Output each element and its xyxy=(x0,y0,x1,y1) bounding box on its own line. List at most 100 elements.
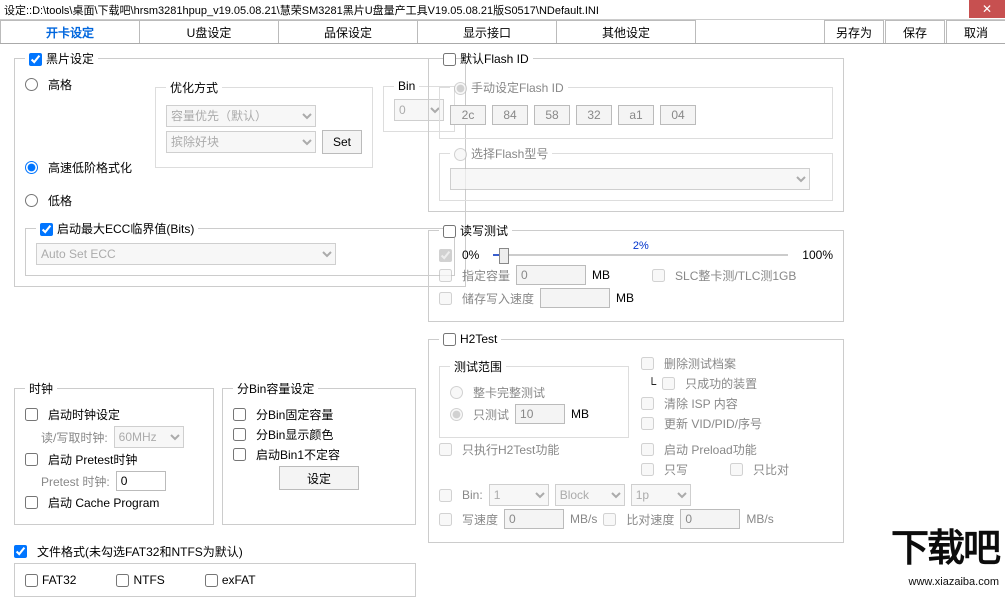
tab-other-settings[interactable]: 其他设定 xyxy=(556,20,696,43)
h2test-enable[interactable] xyxy=(443,333,456,346)
radio-select-flash-model[interactable] xyxy=(454,148,467,161)
h2-block-select[interactable]: Block xyxy=(555,484,625,506)
h2test-group: H2Test 测试范围 整卡完整测试 只测试 MB 删除测试档案 └ 只成功的装… xyxy=(428,332,844,543)
fat32-cb[interactable] xyxy=(25,574,38,587)
only-test-mb: MB xyxy=(571,407,589,421)
cache-program-enable[interactable] xyxy=(25,496,38,509)
ntfs-cb[interactable] xyxy=(116,574,129,587)
full-test-label: 整卡完整测试 xyxy=(473,384,545,401)
set-button[interactable]: Set xyxy=(322,130,362,154)
h2-cmpspeed-label: 比对速度 xyxy=(626,511,674,528)
rw-cap-input[interactable] xyxy=(516,265,586,285)
bin1-variable[interactable] xyxy=(233,448,246,461)
bin-settings-button[interactable]: 设定 xyxy=(279,466,359,490)
save-as-button[interactable]: 另存为 xyxy=(824,20,884,43)
radio-full-test[interactable] xyxy=(450,386,463,399)
file-format-enable[interactable] xyxy=(14,545,27,558)
tab-card-settings[interactable]: 开卡设定 xyxy=(0,20,140,43)
rw-slider-enable[interactable] xyxy=(439,249,452,262)
h2-wspeed-enable[interactable] xyxy=(439,513,452,526)
rw-clock-select[interactable]: 60MHz xyxy=(114,426,184,448)
tab-display-interface[interactable]: 显示接口 xyxy=(417,20,557,43)
h2-compare-only[interactable] xyxy=(730,463,743,476)
only-test-input[interactable] xyxy=(515,404,565,424)
store-speed-input[interactable] xyxy=(540,288,610,308)
radio-manual-flash-id[interactable] xyxy=(454,82,467,95)
optimize-select[interactable]: 容量优先（默认） xyxy=(166,105,316,127)
low-format-label: 低格 xyxy=(48,192,72,209)
h2-write-only-label: 只写 xyxy=(664,461,688,478)
rw-slider[interactable]: 2% xyxy=(493,254,788,256)
h2-bin-enable[interactable] xyxy=(439,489,452,502)
hex-0[interactable] xyxy=(450,105,486,125)
high-format-label: 高格 xyxy=(48,76,72,93)
hex-4[interactable] xyxy=(618,105,654,125)
rw-0-label: 0% xyxy=(462,248,479,262)
h2-del-enable[interactable] xyxy=(641,357,654,370)
hex-5[interactable] xyxy=(660,105,696,125)
rw-cap-enable[interactable] xyxy=(439,269,452,282)
hex-2[interactable] xyxy=(534,105,570,125)
close-button[interactable]: ✕ xyxy=(969,0,1005,18)
pretest-clock-label: 启动 Pretest时钟 xyxy=(48,451,137,468)
file-format-label: 文件格式(未勾选FAT32和NTFS为默认) xyxy=(37,543,243,560)
store-speed-label: 储存写入速度 xyxy=(462,290,534,307)
h2-only-enable[interactable] xyxy=(439,443,452,456)
flash-model-select[interactable] xyxy=(450,168,810,190)
h2-succ-enable[interactable] xyxy=(662,377,675,390)
h2-scope-legend: 测试范围 xyxy=(450,358,506,375)
manual-flash-id-label: 手动设定Flash ID xyxy=(471,81,564,95)
black-chip-settings: 黑片设定 高格 高速低阶格式化 低格 优化方式 容量优先（默认） xyxy=(14,50,466,287)
h2-wspeed-input[interactable] xyxy=(504,509,564,529)
h2-wspeed-label: 写速度 xyxy=(462,511,498,528)
h2-vid-enable[interactable] xyxy=(641,417,654,430)
slider-thumb[interactable] xyxy=(499,248,509,264)
h2-bin-label: Bin: xyxy=(462,488,483,502)
h2-isp-label: 清除 ISP 内容 xyxy=(664,395,738,412)
h2-1p-select[interactable]: 1p xyxy=(631,484,691,506)
clock-enable[interactable] xyxy=(25,408,38,421)
tab-qa-settings[interactable]: 品保设定 xyxy=(278,20,418,43)
exfat-label: exFAT xyxy=(222,573,256,587)
hex-3[interactable] xyxy=(576,105,612,125)
h2-isp-enable[interactable] xyxy=(641,397,654,410)
slc-test-enable[interactable] xyxy=(652,269,665,282)
cancel-button[interactable]: 取消 xyxy=(946,20,1005,43)
cache-program-label: 启动 Cache Program xyxy=(48,494,159,511)
h2-vid-label: 更新 VID/PID/序号 xyxy=(664,415,762,432)
tab-usb-settings[interactable]: U盘设定 xyxy=(139,20,279,43)
pretest-clock-enable[interactable] xyxy=(25,453,38,466)
optimize-label: 优化方式 xyxy=(166,79,222,96)
black-chip-enable[interactable] xyxy=(29,53,42,66)
flash-id-legend: 默认Flash ID xyxy=(460,52,529,66)
fast-low-format-label: 高速低阶格式化 xyxy=(48,159,132,176)
optimize-select-2[interactable]: 摈除好块 xyxy=(166,131,316,153)
bin-color-label: 分Bin显示颜色 xyxy=(256,426,333,443)
flash-id-enable[interactable] xyxy=(443,53,456,66)
h2-only-label: 只执行H2Test功能 xyxy=(462,441,559,458)
save-button[interactable]: 保存 xyxy=(885,20,945,43)
bin1-variable-label: 启动Bin1不定容 xyxy=(256,446,340,463)
fat32-label: FAT32 xyxy=(42,573,76,587)
rw-test-enable[interactable] xyxy=(443,225,456,238)
exfat-cb[interactable] xyxy=(205,574,218,587)
h2-mbs-label-2: MB/s xyxy=(746,512,773,526)
h2-cmpspeed-enable[interactable] xyxy=(603,513,616,526)
ecc-enable[interactable] xyxy=(40,223,53,236)
bin-fixed-cap[interactable] xyxy=(233,408,246,421)
only-test-label: 只测试 xyxy=(473,406,509,423)
radio-low-format[interactable] xyxy=(25,194,38,207)
hex-1[interactable] xyxy=(492,105,528,125)
h2-bin-select[interactable]: 1 xyxy=(489,484,549,506)
clock-enable-label: 启动时钟设定 xyxy=(48,406,120,423)
ecc-select[interactable]: Auto Set ECC xyxy=(36,243,336,265)
store-speed-enable[interactable] xyxy=(439,292,452,305)
h2-preload-enable[interactable] xyxy=(641,443,654,456)
radio-high-format[interactable] xyxy=(25,78,38,91)
radio-fast-low-format[interactable] xyxy=(25,161,38,174)
radio-only-test[interactable] xyxy=(450,408,463,421)
h2-cmpspeed-input[interactable] xyxy=(680,509,740,529)
h2-write-only[interactable] xyxy=(641,463,654,476)
pretest-input[interactable] xyxy=(116,471,166,491)
bin-color[interactable] xyxy=(233,428,246,441)
